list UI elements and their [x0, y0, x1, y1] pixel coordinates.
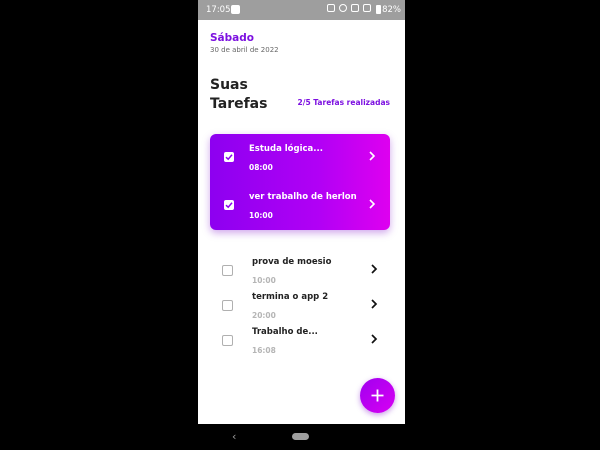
vibrate-icon	[327, 4, 335, 12]
page-title: Suas Tarefas	[210, 76, 267, 114]
date-label: 30 de abril de 2022	[210, 46, 279, 54]
task-time: 08:00	[249, 163, 273, 172]
wifi-icon	[351, 4, 359, 12]
task-checkbox[interactable]	[222, 335, 233, 346]
signal-icon	[363, 4, 371, 12]
home-pill-icon[interactable]	[292, 433, 309, 440]
chevron-right-icon[interactable]	[370, 334, 378, 344]
page-title-line2: Tarefas	[210, 96, 268, 112]
task-name: Estuda lógica...	[249, 144, 323, 154]
chevron-right-icon[interactable]	[370, 299, 378, 309]
task-name: Trabalho de...	[252, 327, 318, 337]
task-time: 10:00	[252, 276, 276, 285]
battery-percent: 82%	[382, 5, 401, 15]
task-checkbox-checked[interactable]	[224, 152, 234, 162]
task-name: prova de moesio	[252, 257, 332, 267]
pending-task-row[interactable]: Trabalho de... 16:08	[210, 320, 390, 355]
completed-task-row[interactable]: ver trabalho de herlon 10:00	[210, 182, 390, 230]
status-icons	[327, 4, 371, 12]
chevron-right-icon[interactable]	[370, 264, 378, 274]
pending-task-row[interactable]: prova de moesio 10:00	[210, 250, 390, 285]
task-time: 16:08	[252, 346, 276, 355]
chevron-right-icon[interactable]	[368, 151, 376, 161]
chevron-right-icon[interactable]	[368, 199, 376, 209]
task-checkbox[interactable]	[222, 265, 233, 276]
task-name: termina o app 2	[252, 292, 329, 302]
task-name: ver trabalho de herlon	[249, 192, 357, 202]
page-title-line1: Suas	[210, 77, 248, 93]
task-time: 20:00	[252, 311, 276, 320]
dnd-icon	[339, 4, 347, 12]
pending-tasks-list: prova de moesio 10:00 termina o app 2 20…	[210, 250, 390, 360]
back-icon[interactable]: ‹	[232, 430, 236, 443]
add-task-button[interactable]	[360, 378, 395, 413]
check-icon	[225, 154, 233, 161]
battery-icon	[376, 5, 381, 14]
task-checkbox-checked[interactable]	[224, 200, 234, 210]
pending-task-row[interactable]: termina o app 2 20:00	[210, 285, 390, 320]
task-time: 10:00	[249, 211, 273, 220]
notification-app-icon	[231, 5, 240, 14]
phone-screen: 17:05 82% Sábado 30 de abril de 2022 Sua…	[198, 0, 405, 450]
plus-icon	[371, 389, 384, 402]
progress-counter: 2/5 Tarefas realizadas	[297, 98, 391, 107]
weekday-label: Sábado	[210, 32, 254, 44]
task-checkbox[interactable]	[222, 300, 233, 311]
check-icon	[225, 202, 233, 209]
system-nav-bar: ‹	[198, 424, 405, 450]
status-bar: 17:05 82%	[198, 0, 405, 20]
completed-tasks-card: Estuda lógica... 08:00 ver trabalho de h…	[210, 134, 390, 230]
completed-task-row[interactable]: Estuda lógica... 08:00	[210, 134, 390, 182]
status-time: 17:05	[206, 5, 231, 15]
